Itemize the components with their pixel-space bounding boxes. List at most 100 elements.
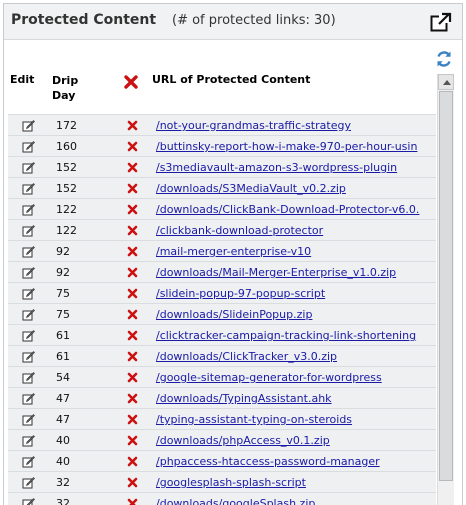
- pencil-edit-icon[interactable]: [22, 329, 35, 342]
- delete-x-icon[interactable]: [127, 183, 138, 194]
- popout-window-icon[interactable]: [430, 12, 452, 32]
- table-row: 40/downloads/phpAccess_v0.1.zip: [8, 429, 436, 450]
- delete-x-icon[interactable]: [127, 204, 138, 215]
- column-header-url: URL of Protected Content: [152, 73, 311, 86]
- table-row: 40/phpaccess-htaccess-password-manager: [8, 450, 436, 471]
- pencil-edit-icon[interactable]: [22, 119, 35, 132]
- protected-url-link[interactable]: /clicktracker-campaign-tracking-link-sho…: [156, 329, 436, 342]
- drip-day-value: 172: [56, 119, 77, 132]
- protected-url-link[interactable]: /buttinsky-report-how-i-make-970-per-hou…: [156, 140, 436, 153]
- protected-url-link[interactable]: /s3mediavault-amazon-s3-wordpress-plugin: [156, 161, 436, 174]
- protected-url-link[interactable]: /downloads/S3MediaVault_v0.2.zip: [156, 182, 436, 195]
- drip-day-value: 152: [56, 182, 77, 195]
- table-row: 61/clicktracker-campaign-tracking-link-s…: [8, 324, 436, 345]
- delete-x-icon[interactable]: [127, 141, 138, 152]
- table-row: 152/downloads/S3MediaVault_v0.2.zip: [8, 177, 436, 198]
- protected-url-link[interactable]: /googlesplash-splash-script: [156, 476, 436, 489]
- table-row: 32/downloads/googleSplash.zip: [8, 492, 436, 505]
- delete-x-icon[interactable]: [127, 393, 138, 404]
- table-row: 75/slidein-popup-97-popup-script: [8, 282, 436, 303]
- drip-day-value: 92: [56, 266, 70, 279]
- protected-url-link[interactable]: /mail-merger-enterprise-v10: [156, 245, 436, 258]
- protected-url-link[interactable]: /downloads/phpAccess_v0.1.zip: [156, 434, 436, 447]
- table-row: 47/downloads/TypingAssistant.ahk: [8, 387, 436, 408]
- drip-day-value: 54: [56, 371, 70, 384]
- delete-x-icon[interactable]: [127, 456, 138, 467]
- drip-day-value: 47: [56, 413, 70, 426]
- delete-x-icon[interactable]: [127, 372, 138, 383]
- drip-day-value: 61: [56, 329, 70, 342]
- pencil-edit-icon[interactable]: [22, 266, 35, 279]
- table-row: 47/typing-assistant-typing-on-steroids: [8, 408, 436, 429]
- pencil-edit-icon[interactable]: [22, 182, 35, 195]
- pencil-edit-icon[interactable]: [22, 224, 35, 237]
- table-row: 92/downloads/Mail-Merger-Enterprise_v1.0…: [8, 261, 436, 282]
- delete-x-icon[interactable]: [127, 435, 138, 446]
- protected-url-link[interactable]: /typing-assistant-typing-on-steroids: [156, 413, 436, 426]
- delete-x-icon[interactable]: [127, 162, 138, 173]
- pencil-edit-icon[interactable]: [22, 287, 35, 300]
- delete-x-icon[interactable]: [127, 267, 138, 278]
- table-header: Edit Drip Day URL of Protected Content: [4, 68, 436, 114]
- protected-url-link[interactable]: /slidein-popup-97-popup-script: [156, 287, 436, 300]
- pencil-edit-icon[interactable]: [22, 140, 35, 153]
- drip-day-value: 152: [56, 161, 77, 174]
- pencil-edit-icon[interactable]: [22, 434, 35, 447]
- delete-x-icon[interactable]: [127, 477, 138, 488]
- delete-x-icon[interactable]: [127, 120, 138, 131]
- scroll-up-button[interactable]: [438, 74, 454, 90]
- delete-x-icon[interactable]: [127, 225, 138, 236]
- panel-title: Protected Content: [11, 12, 157, 28]
- protected-url-link[interactable]: /downloads/SlideinPopup.zip: [156, 308, 436, 321]
- drip-day-value: 75: [56, 287, 70, 300]
- delete-x-icon[interactable]: [127, 498, 138, 505]
- scrollbar-thumb[interactable]: [439, 91, 453, 481]
- delete-x-icon[interactable]: [127, 309, 138, 320]
- column-header-edit: Edit: [10, 73, 35, 86]
- pencil-edit-icon[interactable]: [22, 455, 35, 468]
- refresh-icon[interactable]: [435, 50, 453, 68]
- protected-url-link[interactable]: /clickbank-download-protector: [156, 224, 436, 237]
- protected-url-link[interactable]: /downloads/ClickTracker_v3.0.zip: [156, 350, 436, 363]
- table-row: 160/buttinsky-report-how-i-make-970-per-…: [8, 135, 436, 156]
- delete-x-icon[interactable]: [127, 330, 138, 341]
- pencil-edit-icon[interactable]: [22, 497, 35, 505]
- table-row: 75/downloads/SlideinPopup.zip: [8, 303, 436, 324]
- pencil-edit-icon[interactable]: [22, 392, 35, 405]
- protected-url-link[interactable]: /not-your-grandmas-traffic-strategy: [156, 119, 436, 132]
- protected-url-link[interactable]: /downloads/TypingAssistant.ahk: [156, 392, 436, 405]
- protected-url-link[interactable]: /phpaccess-htaccess-password-manager: [156, 455, 436, 468]
- pencil-edit-icon[interactable]: [22, 476, 35, 489]
- drip-day-value: 75: [56, 308, 70, 321]
- column-header-drip-day: Drip Day: [52, 73, 78, 103]
- vertical-scrollbar[interactable]: [437, 74, 454, 505]
- drip-day-value: 122: [56, 224, 77, 237]
- protected-url-link[interactable]: /downloads/googleSplash.zip: [156, 497, 436, 505]
- protected-content-list: 172/not-your-grandmas-traffic-strategy 16…: [8, 114, 436, 505]
- column-header-drip-line2: Day: [52, 89, 76, 102]
- pencil-edit-icon[interactable]: [22, 245, 35, 258]
- delete-x-icon[interactable]: [127, 288, 138, 299]
- panel-header: Protected Content (# of protected links:…: [4, 4, 462, 40]
- drip-day-value: 92: [56, 245, 70, 258]
- delete-x-icon[interactable]: [127, 246, 138, 257]
- pencil-edit-icon[interactable]: [22, 203, 35, 216]
- protected-links-count: (# of protected links: 30): [172, 13, 336, 28]
- drip-day-value: 61: [56, 350, 70, 363]
- table-row: 152/s3mediavault-amazon-s3-wordpress-plu…: [8, 156, 436, 177]
- pencil-edit-icon[interactable]: [22, 371, 35, 384]
- red-x-icon: [124, 75, 138, 89]
- pencil-edit-icon[interactable]: [22, 413, 35, 426]
- drip-day-value: 40: [56, 434, 70, 447]
- delete-x-icon[interactable]: [127, 351, 138, 362]
- protected-url-link[interactable]: /downloads/Mail-Merger-Enterprise_v1.0.z…: [156, 266, 436, 279]
- drip-day-value: 122: [56, 203, 77, 216]
- pencil-edit-icon[interactable]: [22, 308, 35, 321]
- pencil-edit-icon[interactable]: [22, 350, 35, 363]
- table-row: 92/mail-merger-enterprise-v10: [8, 240, 436, 261]
- protected-url-link[interactable]: /google-sitemap-generator-for-wordpress: [156, 371, 436, 384]
- pencil-edit-icon[interactable]: [22, 161, 35, 174]
- protected-url-link[interactable]: /downloads/ClickBank-Download-Protector-…: [156, 203, 436, 216]
- table-row: 122/downloads/ClickBank-Download-Protect…: [8, 198, 436, 219]
- delete-x-icon[interactable]: [127, 414, 138, 425]
